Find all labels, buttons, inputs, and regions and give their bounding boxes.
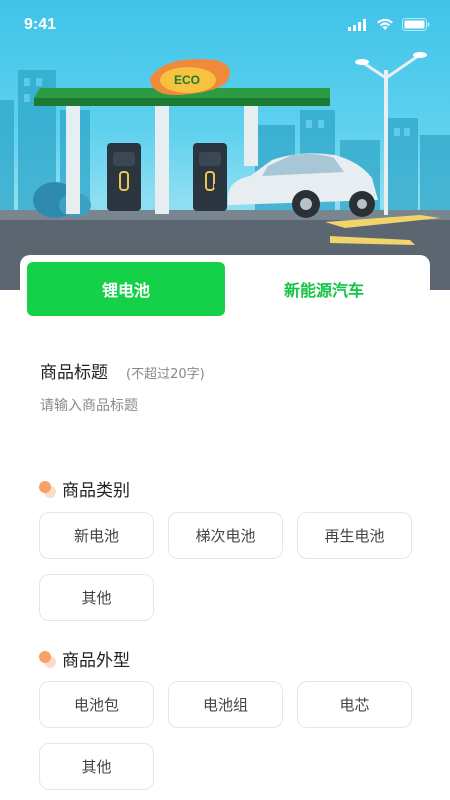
product-title-label: 商品标题 [40, 363, 108, 383]
product-title-input[interactable] [40, 394, 410, 418]
shape-section-title: 商品外型 [62, 651, 130, 671]
eco-sign-text: ECO [174, 73, 201, 87]
section-dot-icon [38, 480, 56, 498]
tab-new-energy-vehicle[interactable]: 新能源汽车 [225, 262, 423, 316]
category-option-other[interactable]: 其他 [39, 574, 154, 621]
wifi-icon [377, 18, 393, 30]
shape-section-header: 商品外型 [38, 646, 130, 671]
shape-option-battery-module[interactable]: 电池组 [168, 681, 283, 728]
category-option-cascade-battery[interactable]: 梯次电池 [168, 512, 283, 559]
shape-option-other[interactable]: 其他 [39, 743, 154, 790]
product-title-header: 商品标题 (不超过20字) [40, 358, 205, 383]
shape-option-battery-cell[interactable]: 电芯 [297, 681, 412, 728]
tab-lithium-battery[interactable]: 锂电池 [27, 262, 225, 316]
status-icons [348, 18, 430, 31]
category-tab-bar: 锂电池 新能源汽车 [20, 255, 430, 325]
category-option-new-battery[interactable]: 新电池 [39, 512, 154, 559]
product-title-hint: (不超过20字) [126, 367, 205, 382]
shape-option-battery-pack[interactable]: 电池包 [39, 681, 154, 728]
category-section-title: 商品类别 [62, 481, 130, 501]
status-time: 9:41 [24, 16, 57, 33]
battery-icon [402, 18, 430, 31]
status-bar: 9:41 [0, 0, 450, 52]
category-section-header: 商品类别 [38, 476, 130, 501]
category-option-recycled-battery[interactable]: 再生电池 [297, 512, 412, 559]
cellular-signal-icon [348, 18, 366, 31]
section-dot-icon [38, 650, 56, 668]
